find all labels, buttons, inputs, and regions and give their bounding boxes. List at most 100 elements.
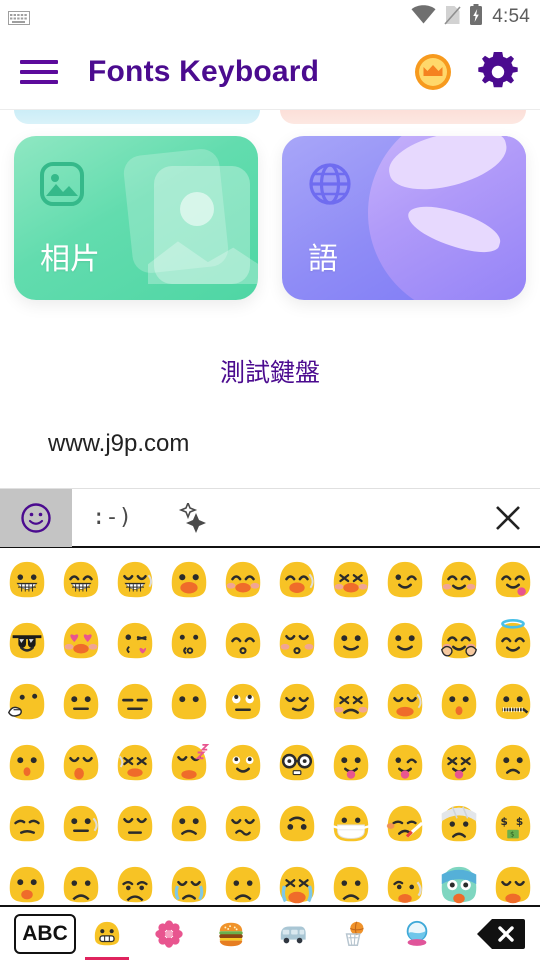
tab-travel[interactable] bbox=[262, 907, 324, 960]
emoji-smiling-blush[interactable] bbox=[216, 550, 270, 611]
emoji-no-mouth[interactable] bbox=[162, 672, 216, 733]
emoji-thermometer-face[interactable] bbox=[378, 794, 432, 855]
emoji-crying-face[interactable] bbox=[162, 855, 216, 905]
peek-card-row bbox=[0, 110, 540, 124]
emoji-smiling-blush-closed[interactable] bbox=[432, 550, 486, 611]
photo-stack-front bbox=[154, 166, 250, 284]
emoji-loudly-crying[interactable] bbox=[270, 855, 324, 905]
emoji-unamused[interactable] bbox=[0, 794, 54, 855]
globe-icon bbox=[308, 162, 352, 206]
emoji-open-mouth[interactable] bbox=[432, 672, 486, 733]
emoji-sleepy[interactable] bbox=[54, 733, 108, 794]
emoji-unamused-frown[interactable] bbox=[486, 733, 540, 794]
status-bar-clock: 4:54 bbox=[492, 6, 530, 27]
emoji-disappointed-relieved[interactable] bbox=[378, 672, 432, 733]
emoji-anguished[interactable] bbox=[108, 855, 162, 905]
emoji-tongue-out[interactable] bbox=[324, 733, 378, 794]
svg-text:$: $ bbox=[501, 816, 508, 828]
emoji-neutral[interactable] bbox=[54, 672, 108, 733]
emoji-slight-smile-a[interactable] bbox=[324, 611, 378, 672]
hamburger-menu-icon[interactable] bbox=[20, 49, 66, 95]
emoji-laughing-tear[interactable] bbox=[270, 550, 324, 611]
sim-off-icon bbox=[443, 5, 462, 30]
suggestion-sparkles[interactable] bbox=[152, 489, 232, 547]
page-title: Fonts Keyboard bbox=[88, 54, 320, 88]
emoji-weary[interactable] bbox=[486, 855, 540, 905]
gear-icon[interactable] bbox=[478, 51, 518, 92]
peek-card-pink[interactable] bbox=[280, 110, 526, 124]
emoji-hugging[interactable] bbox=[432, 611, 486, 672]
photos-card[interactable]: 相片 bbox=[14, 136, 258, 300]
emoji-smiling-open[interactable] bbox=[162, 550, 216, 611]
emoji-screaming[interactable] bbox=[432, 855, 486, 905]
emoji-hushed[interactable] bbox=[0, 733, 54, 794]
emoji-open-frown[interactable] bbox=[324, 855, 378, 905]
backspace-icon[interactable] bbox=[476, 916, 526, 952]
app-bar-actions bbox=[414, 51, 518, 92]
keyboard-bottom-bar: ABC bbox=[0, 905, 540, 960]
tab-smileys[interactable] bbox=[76, 907, 138, 960]
abc-key[interactable]: ABC bbox=[14, 913, 76, 954]
language-card[interactable]: 語 bbox=[282, 136, 526, 300]
emoji-beaming[interactable] bbox=[54, 550, 108, 611]
tab-food[interactable] bbox=[200, 907, 262, 960]
emoji-yum-tongue[interactable] bbox=[486, 550, 540, 611]
emoji-kissing[interactable] bbox=[162, 611, 216, 672]
emoji-squinting-laugh[interactable] bbox=[324, 550, 378, 611]
emoji-upside-down[interactable] bbox=[270, 794, 324, 855]
emoji-tongue-squint[interactable] bbox=[432, 733, 486, 794]
content-scroll-area[interactable]: 相片 語 測試鍵盤 www.j9p.com bbox=[0, 110, 540, 488]
emoji-grinning[interactable] bbox=[0, 550, 54, 611]
emoji-money-mouth[interactable]: $ $ $ bbox=[486, 794, 540, 855]
emoji-grid[interactable]: $ $ $ bbox=[0, 550, 540, 905]
emoji-smirking[interactable] bbox=[270, 672, 324, 733]
emoji-sleeping[interactable] bbox=[162, 733, 216, 794]
emoji-nerd-face[interactable] bbox=[270, 733, 324, 794]
wifi-icon bbox=[411, 5, 436, 29]
url-text: www.j9p.com bbox=[48, 430, 190, 457]
emoji-heart-eyes[interactable] bbox=[54, 611, 108, 672]
emoji-sweat[interactable] bbox=[54, 794, 108, 855]
app-bar: Fonts Keyboard bbox=[0, 34, 540, 110]
keyboard-icon bbox=[8, 10, 30, 25]
hamburger-bar-1 bbox=[20, 59, 58, 64]
emoji-worried-sweat[interactable] bbox=[378, 855, 432, 905]
emoji-blowing-kiss[interactable] bbox=[108, 611, 162, 672]
emoji-confused[interactable] bbox=[162, 794, 216, 855]
emoji-kissing-smile-eyes[interactable] bbox=[216, 611, 270, 672]
crown-coin-icon[interactable] bbox=[414, 53, 452, 91]
emoji-sunglasses[interactable] bbox=[0, 611, 54, 672]
status-bar-left bbox=[8, 10, 30, 25]
emoji-row bbox=[0, 733, 540, 794]
emoji-kissing-closed-eyes[interactable] bbox=[270, 611, 324, 672]
tab-activity[interactable] bbox=[324, 907, 386, 960]
globe-artwork bbox=[368, 136, 526, 300]
emoji-pensive[interactable] bbox=[108, 794, 162, 855]
emoji-zipper-mouth[interactable] bbox=[486, 672, 540, 733]
emoji-tongue-wink[interactable] bbox=[378, 733, 432, 794]
emoji-expressionless[interactable] bbox=[108, 672, 162, 733]
peek-card-blue[interactable] bbox=[14, 110, 260, 124]
emoji-rolling-eyes[interactable] bbox=[216, 672, 270, 733]
emoji-head-bandage[interactable] bbox=[432, 794, 486, 855]
emoji-mask[interactable] bbox=[324, 794, 378, 855]
suggestion-smiley-text[interactable]: :-) bbox=[72, 489, 152, 547]
emoji-relieved[interactable] bbox=[216, 733, 270, 794]
close-icon[interactable] bbox=[476, 489, 540, 547]
tab-objects[interactable] bbox=[386, 907, 448, 960]
emoji-winking[interactable] bbox=[378, 550, 432, 611]
tab-nature[interactable] bbox=[138, 907, 200, 960]
emoji-grinning-squinting[interactable] bbox=[108, 550, 162, 611]
emoji-confounded[interactable] bbox=[216, 794, 270, 855]
emoji-persevering[interactable] bbox=[324, 672, 378, 733]
emoji-halo-angel[interactable] bbox=[486, 611, 540, 672]
emoji-slight-smile-b[interactable] bbox=[378, 611, 432, 672]
emoji-frowning-open[interactable] bbox=[54, 855, 108, 905]
emoji-row: $ $ $ bbox=[0, 794, 540, 855]
emoji-tired-face[interactable] bbox=[108, 733, 162, 794]
emoji-frowning-big[interactable] bbox=[216, 855, 270, 905]
emoji-astonished[interactable] bbox=[0, 855, 54, 905]
hamburger-bar-2 bbox=[20, 69, 58, 74]
smiley-face-icon[interactable] bbox=[0, 488, 72, 547]
emoji-thinking[interactable] bbox=[0, 672, 54, 733]
